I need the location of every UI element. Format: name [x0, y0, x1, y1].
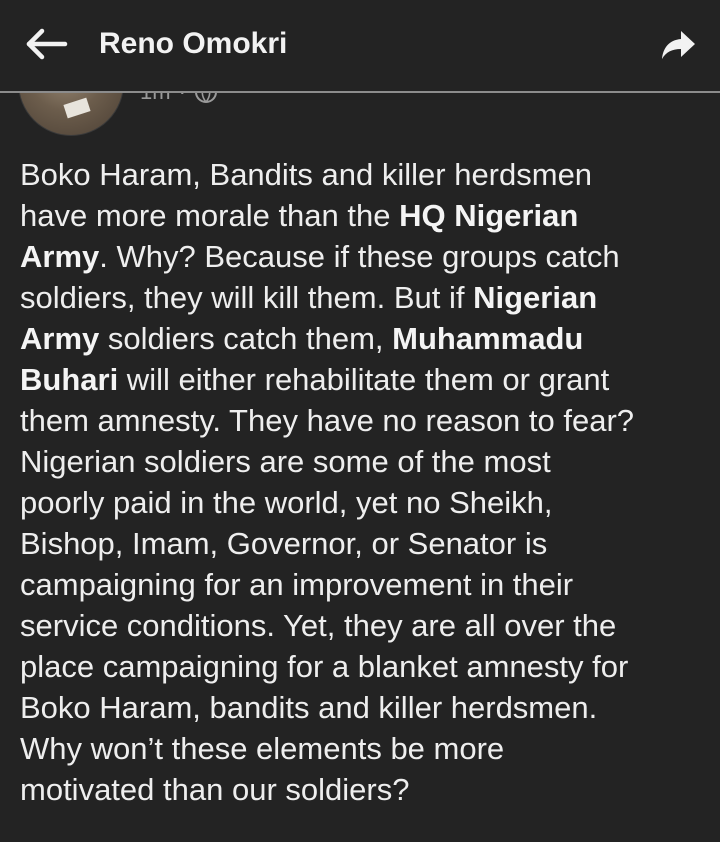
- post-text: Boko Haram, Bandits and killer herdsmen h…: [20, 154, 710, 810]
- post-text-segment: motivated than our soldiers?: [20, 772, 410, 807]
- post-text-line: Buhari will either rehabilitate them or …: [20, 359, 710, 400]
- post-text-line: soldiers, they will kill them. But if Ni…: [20, 277, 710, 318]
- share-arrow-icon: [662, 31, 695, 59]
- post-text-bold: HQ Nigerian: [399, 198, 579, 233]
- post-text-line: have more morale than the HQ Nigerian: [20, 195, 710, 236]
- post-text-segment: . Why? Because if these groups catch: [99, 239, 620, 274]
- post-meta: 1m ·: [140, 93, 218, 105]
- post-text-line: place campaigning for a blanket amnesty …: [20, 646, 710, 687]
- avatar-photo-detail: [63, 97, 91, 119]
- post-author-row: 1m ·: [0, 93, 720, 138]
- post-text-segment: place campaigning for a blanket amnesty …: [20, 649, 629, 684]
- post-text-line: poorly paid in the world, yet no Sheikh,: [20, 482, 710, 523]
- post-text-segment: Boko Haram, Bandits and killer herdsmen: [20, 157, 593, 192]
- post-text-line: campaigning for an improvement in their: [20, 564, 710, 605]
- post-text-segment: will either rehabilitate them or grant: [118, 362, 610, 397]
- post-text-line: motivated than our soldiers?: [20, 769, 710, 810]
- post-text-line: Why won’t these elements be more: [20, 728, 710, 769]
- post-text-segment: poorly paid in the world, yet no Sheikh,: [20, 485, 553, 520]
- post-text-segment: campaigning for an improvement in their: [20, 567, 574, 602]
- page-title: Reno Omokri: [99, 27, 288, 60]
- post-text-line: Army soldiers catch them, Muhammadu: [20, 318, 710, 359]
- post-text-segment: Why won’t these elements be more: [20, 731, 505, 766]
- post-text-line: Boko Haram, bandits and killer herdsmen.: [20, 687, 710, 728]
- post-text-segment: soldiers catch them,: [99, 321, 393, 356]
- post-text-line: Bishop, Imam, Governor, or Senator is: [20, 523, 710, 564]
- post-text-segment: Nigerian soldiers are some of the most: [20, 444, 551, 479]
- share-button[interactable]: [658, 26, 700, 64]
- post-text-segment: Bishop, Imam, Governor, or Senator is: [20, 526, 548, 561]
- post-time: 1m: [140, 93, 171, 105]
- post-text-segment: soldiers, they will kill them. But if: [20, 280, 474, 315]
- header-divider: [0, 91, 720, 93]
- post-text-segment: have more morale than the: [20, 198, 400, 233]
- post-text-bold: Nigerian: [473, 280, 598, 315]
- post-text-bold: Army: [20, 239, 100, 274]
- post-text-segment: Boko Haram, bandits and killer herdsmen.: [20, 690, 598, 725]
- post-text-line: Nigerian soldiers are some of the most: [20, 441, 710, 482]
- top-app-bar: Reno Omokri: [0, 0, 720, 91]
- post-text-line: them amnesty. They have no reason to fea…: [20, 400, 710, 441]
- post-text-bold: Army: [20, 321, 100, 356]
- arrow-left-icon: [26, 28, 68, 60]
- post-text-line: Army. Why? Because if these groups catch: [20, 236, 710, 277]
- post-text-segment: service conditions. Yet, they are all ov…: [20, 608, 617, 643]
- post-text-line: Boko Haram, Bandits and killer herdsmen: [20, 154, 710, 195]
- avatar[interactable]: [18, 93, 124, 136]
- back-button[interactable]: [22, 24, 72, 64]
- post-text-bold: Muhammadu: [392, 321, 584, 356]
- post-text-bold: Buhari: [20, 362, 119, 397]
- globe-icon: [194, 93, 217, 103]
- post-text-segment: them amnesty. They have no reason to fea…: [20, 403, 635, 438]
- post-text-line: service conditions. Yet, they are all ov…: [20, 605, 710, 646]
- meta-dot: ·: [179, 93, 186, 105]
